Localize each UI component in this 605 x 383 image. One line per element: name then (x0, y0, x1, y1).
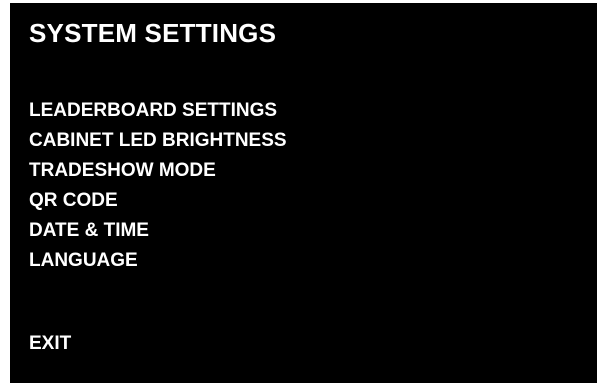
menu-item-tradeshow-mode[interactable]: TRADESHOW MODE (29, 156, 287, 186)
page-title: SYSTEM SETTINGS (29, 18, 277, 48)
menu-item-date-time[interactable]: DATE & TIME (29, 216, 287, 246)
menu-item-cabinet-led-brightness[interactable]: CABINET LED BRIGHTNESS (29, 126, 287, 156)
exit-button[interactable]: EXIT (29, 329, 71, 359)
menu-item-leaderboard-settings[interactable]: LEADERBOARD SETTINGS (29, 96, 287, 126)
menu-item-qr-code[interactable]: QR CODE (29, 186, 287, 216)
system-settings-screen: SYSTEM SETTINGS LEADERBOARD SETTINGS CAB… (10, 3, 597, 383)
settings-menu: LEADERBOARD SETTINGS CABINET LED BRIGHTN… (29, 96, 287, 276)
menu-item-language[interactable]: LANGUAGE (29, 246, 287, 276)
